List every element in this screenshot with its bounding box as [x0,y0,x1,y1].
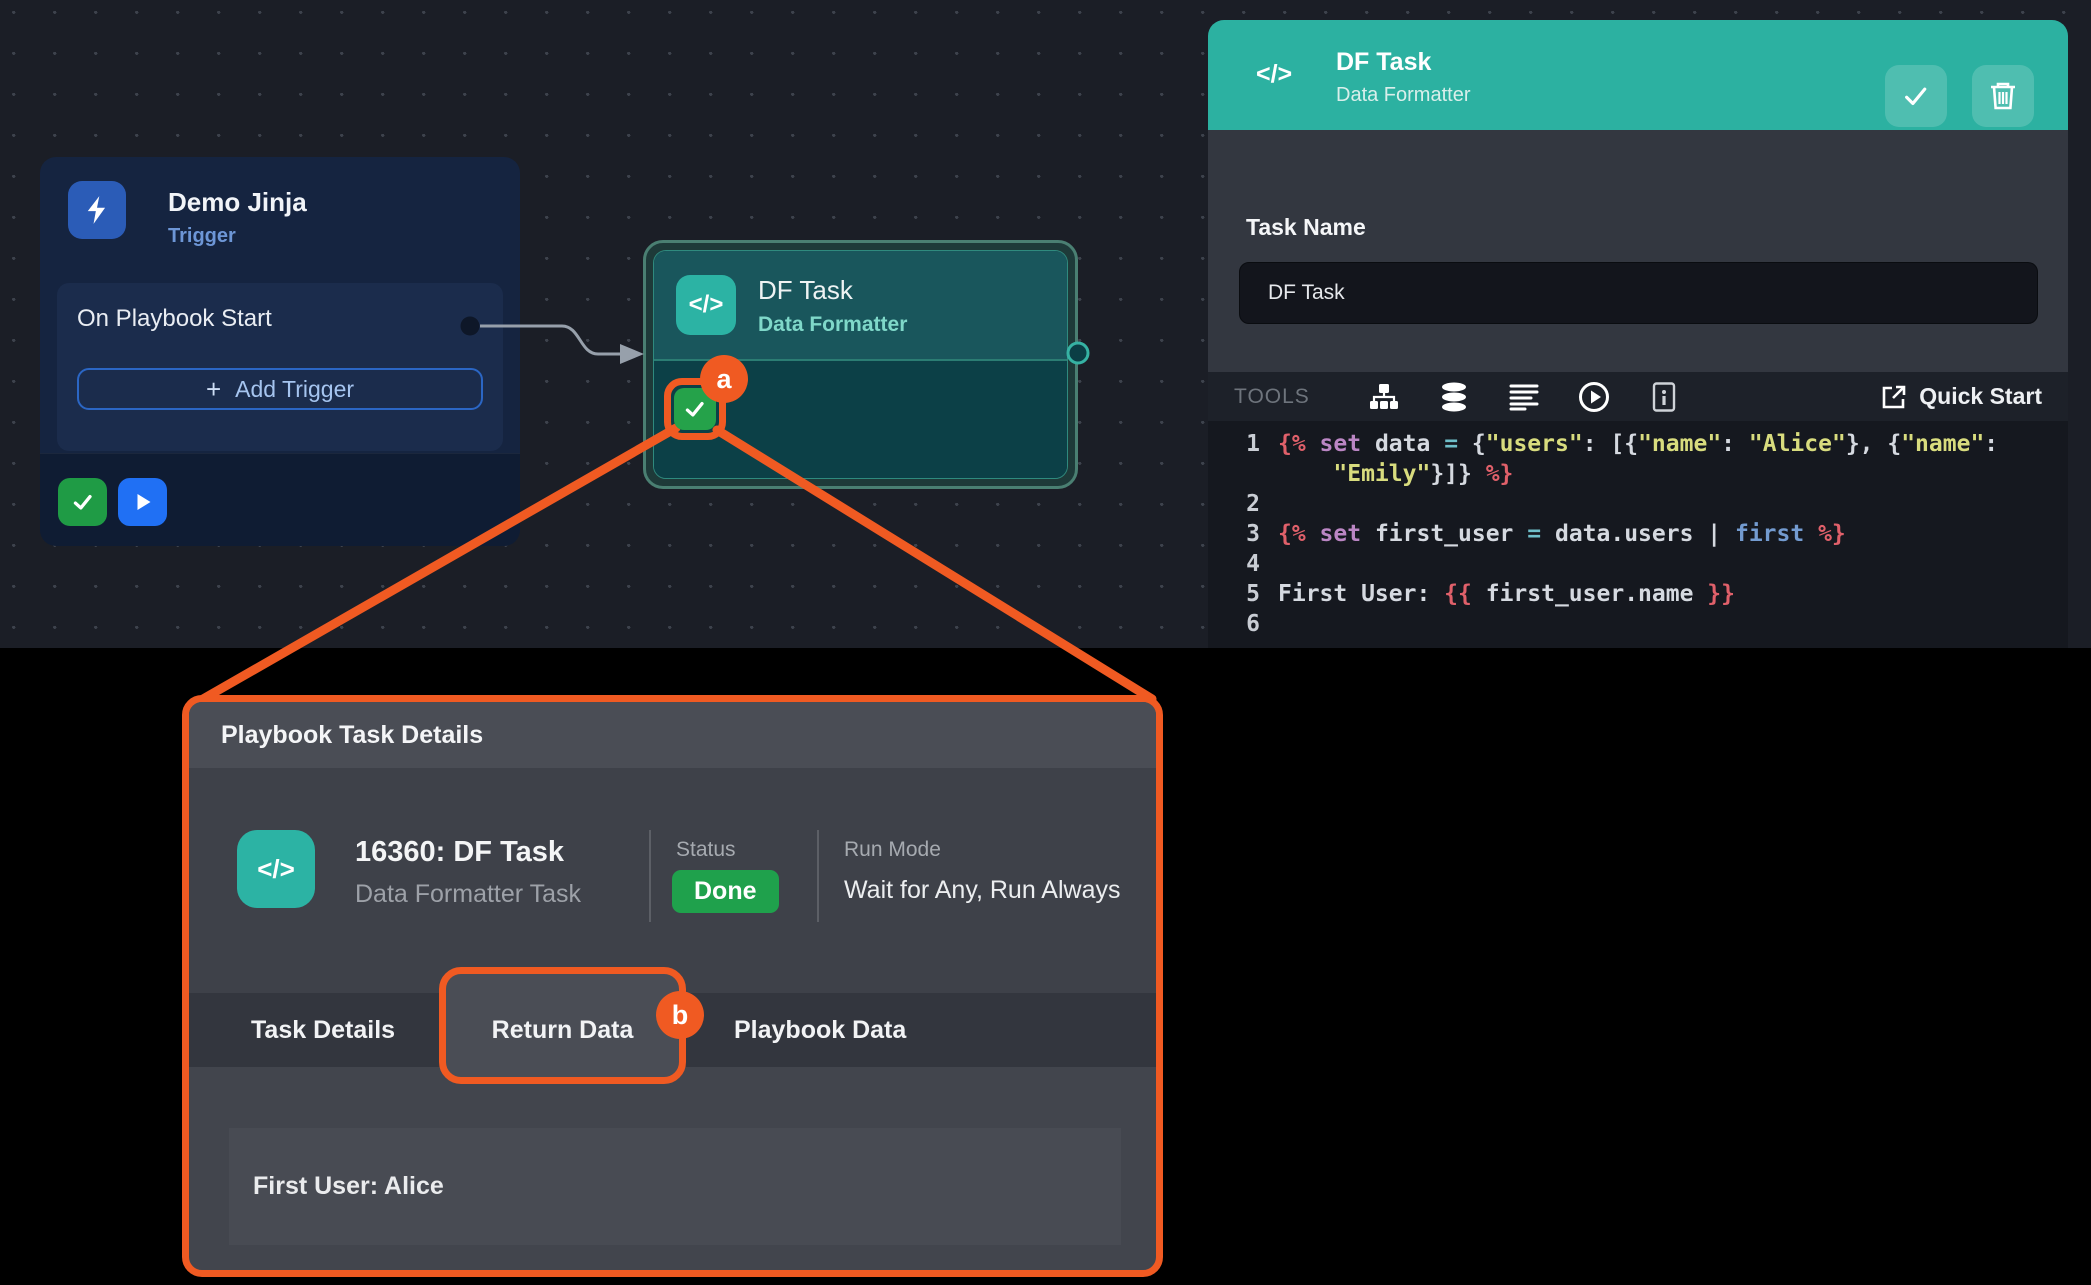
code-line[interactable]: 1 {% set data = {"users": [{"name": "Alic… [1208,429,2068,489]
panel-task-title: DF Task [1336,48,1431,77]
add-trigger-label: Add Trigger [235,376,354,403]
code-line[interactable]: 4 [1208,549,2068,579]
code-line[interactable]: 5 First User: {{ first_user.name }} [1208,579,2068,609]
screenshot-root: { "canvas": { "trigger_node": { "title":… [0,0,2091,1285]
status-badge: Done [672,870,779,913]
sitemap-icon[interactable] [1366,379,1402,415]
check-icon [682,396,708,422]
df-task-node-type: Data Formatter [758,313,907,337]
code-brackets-icon: </> [1256,60,1292,89]
code-brackets-icon: </> [237,830,315,908]
code-text: {% set data = {"users": [{"name": "Alice… [1331,429,2068,489]
task-config-header: </> DF Task Data Formatter [1208,20,2068,130]
tools-toolbar: TOOLS [1208,372,2068,421]
task-id-title: 16360: DF Task [355,836,564,869]
annotation-marker-b: b [656,991,704,1039]
trigger-event-panel: On Playbook Start + Add Trigger [57,283,503,451]
tools-label: TOOLS [1234,385,1310,409]
return-data-output: First User: Alice [229,1128,1121,1245]
divider [817,830,819,922]
task-name-section: Task Name [1208,130,2068,372]
code-text [1331,549,2068,579]
play-circle-icon[interactable] [1576,379,1612,415]
task-info-section: </> 16360: DF Task Data Formatter Task S… [189,768,1156,993]
line-number: 5 [1208,579,1276,609]
df-task-node-header: </> DF Task Data Formatter [654,251,1067,359]
check-icon [70,489,96,515]
code-line[interactable]: 2 [1208,489,2068,519]
df-task-node-title: DF Task [758,275,853,306]
trigger-node-title: Demo Jinja [168,187,307,218]
trigger-node[interactable]: Demo Jinja Trigger On Playbook Start + A… [40,157,520,545]
panel-task-subtitle: Data Formatter [1336,84,1470,107]
line-number: 3 [1208,519,1276,549]
tab-playbook-data[interactable]: Playbook Data [734,993,906,1067]
code-text [1331,489,2068,519]
database-icon[interactable] [1436,379,1472,415]
playbook-task-details-dialog: Playbook Task Details </> 16360: DF Task… [182,695,1163,1277]
confirm-button[interactable] [1885,65,1947,127]
tab-return-data[interactable]: Return Data [439,993,686,1067]
trigger-run-button[interactable] [118,478,167,526]
run-mode-label: Run Mode [844,838,941,862]
line-number: 4 [1208,549,1276,579]
quick-start-label: Quick Start [1919,383,2042,410]
line-number: 1 [1208,429,1276,489]
code-text: {% set first_user = data.users | first %… [1331,519,2068,549]
tools-icon-group [1366,379,1682,415]
trash-icon [1989,81,2017,111]
run-mode-value: Wait for Any, Run Always [844,876,1121,905]
task-config-panel: </> DF Task Data Formatter Task Name TOO… [1208,20,2068,648]
code-line[interactable]: 3 {% set first_user = data.users | first … [1208,519,2068,549]
plus-icon: + [206,374,221,405]
task-name-label: Task Name [1246,214,1366,241]
play-icon [131,490,155,514]
status-label: Status [676,838,736,862]
trigger-node-type: Trigger [168,225,236,248]
task-type-subtitle: Data Formatter Task [355,880,581,909]
trigger-node-footer [40,453,520,546]
line-number: 2 [1208,489,1276,519]
code-line[interactable]: 6 [1208,609,2068,639]
text-lines-icon[interactable] [1506,379,1542,415]
trigger-event-label: On Playbook Start [77,305,272,333]
external-link-icon [1881,384,1907,410]
info-file-icon[interactable] [1646,379,1682,415]
line-number: 6 [1208,609,1276,639]
delete-button[interactable] [1972,65,2034,127]
add-trigger-button[interactable]: + Add Trigger [77,368,483,410]
divider [649,830,651,922]
quick-start-button[interactable]: Quick Start [1881,383,2042,410]
tab-task-details[interactable]: Task Details [251,993,395,1067]
code-brackets-icon: </> [676,275,736,335]
lightning-bolt-icon [68,181,126,239]
code-editor[interactable]: 1 {% set data = {"users": [{"name": "Alic… [1208,421,2068,648]
code-editor-lines: 1 {% set data = {"users": [{"name": "Alic… [1208,429,2068,639]
connector-arrowhead [620,344,644,364]
code-text [1331,609,2068,639]
check-icon [1901,81,1931,111]
code-text: First User: {{ first_user.name }} [1331,579,2068,609]
annotation-marker-a: a [700,355,748,403]
trigger-validated-button[interactable] [58,478,107,526]
dialog-title: Playbook Task Details [189,702,1156,768]
task-name-input[interactable] [1239,262,2038,324]
